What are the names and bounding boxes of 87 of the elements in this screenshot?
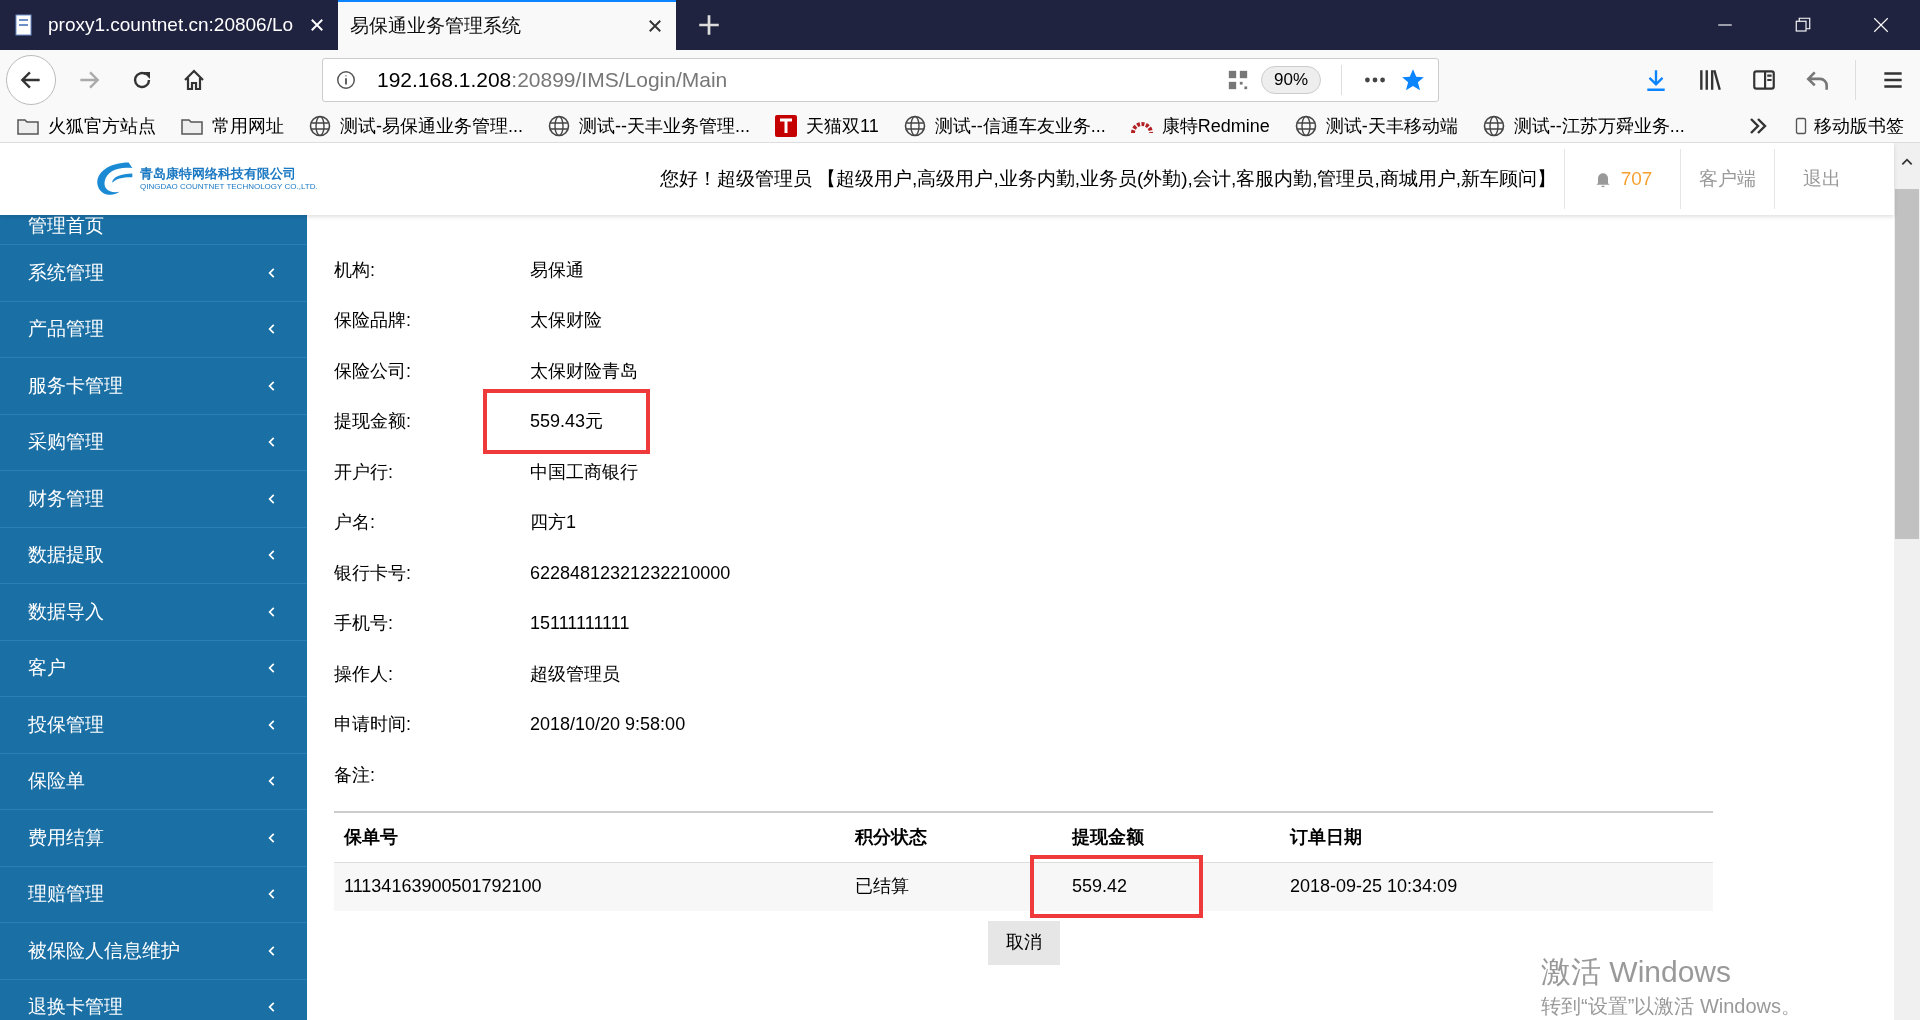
field-value: 559.43元 [483, 389, 651, 455]
sidebar-item[interactable]: 费用结算 [0, 810, 307, 867]
bookmark-item[interactable]: 测试--天丰业务管理... [547, 112, 750, 140]
table-cell-text: 11134163900501792100 [344, 875, 542, 898]
sidebar-item[interactable]: 理赔管理 [0, 866, 307, 923]
field-label: 开户行: [334, 460, 394, 484]
close-icon[interactable] [308, 16, 326, 34]
bookmark-item[interactable]: 火狐官方站点 [16, 112, 156, 140]
sidebar-item[interactable]: 采购管理 [0, 414, 307, 471]
bookmark-item[interactable]: 常用网址 [180, 112, 284, 140]
table-cell-text: 已结算 [855, 875, 909, 898]
header-link[interactable]: 客户端 [1680, 149, 1774, 209]
header-link[interactable]: 退出 [1774, 149, 1868, 209]
sidebar-item[interactable]: 管理首页 [0, 215, 307, 245]
bookmark-item[interactable]: 康特Redmine [1129, 112, 1270, 140]
url-text: 192.168.1.208:20899/IMS/Login/Main [377, 67, 729, 94]
bookmark-item[interactable]: 测试-天丰移动端 [1293, 112, 1458, 140]
field-label: 操作人: [334, 662, 394, 686]
field-label: 机构: [334, 258, 376, 282]
bookmark-item[interactable]: 移动版书签 [1792, 112, 1904, 140]
sidebar-item[interactable]: 退换卡管理 [0, 979, 307, 1020]
scrollbar[interactable] [1894, 143, 1920, 1020]
globe-icon [308, 114, 332, 138]
qr-code-icon[interactable] [1226, 69, 1249, 91]
sidebar-item[interactable]: 数据导入 [0, 584, 307, 641]
field-value: 四方1 [530, 511, 576, 535]
field-label: 保险品牌: [334, 309, 412, 333]
field-label: 申请时间: [334, 713, 412, 737]
globe-icon [902, 114, 927, 138]
field-value: 太保财险 [530, 309, 602, 333]
globe-icon [1481, 114, 1506, 138]
close-icon[interactable] [646, 17, 664, 35]
sidebar-item[interactable]: 产品管理 [0, 301, 307, 358]
column-header: 提现金额 [1072, 825, 1145, 849]
back-button[interactable] [6, 55, 56, 105]
tab-title: proxy1.countnet.cn:20806/Lo [48, 12, 295, 37]
bookmark-item[interactable]: 测试--信通车友业务... [902, 112, 1106, 140]
field-value: 62284812321232210000 [530, 561, 731, 585]
library-icon[interactable] [1697, 67, 1723, 93]
star-icon[interactable] [1400, 67, 1426, 93]
column-header: 积分状态 [855, 825, 928, 849]
restore-icon[interactable] [1794, 16, 1812, 34]
new-tab-icon[interactable] [696, 12, 722, 38]
close-icon[interactable] [1872, 16, 1890, 34]
field-value: 太保财险青岛 [530, 359, 638, 383]
sidebar-item[interactable]: 客户 [0, 640, 307, 697]
activation-hint: 转到“设置”以激活 Windows。 [1541, 993, 1801, 1019]
zoom-level[interactable]: 90% [1260, 66, 1321, 94]
company-logo: 青岛康特网络科技有限公司 QINGDAO COUNTNET TECHNOLOGY CO.,LTD. [92, 157, 318, 201]
cancel-button[interactable]: 取消 [987, 920, 1060, 965]
field-label: 备注: [334, 763, 376, 787]
sidebar-item[interactable]: 被保险人信息维护 [0, 923, 307, 980]
column-header: 订单日期 [1290, 825, 1363, 849]
field-label: 保险公司: [334, 359, 412, 383]
tab-title: 易保通业务管理系统 [350, 13, 522, 38]
sidebar-item[interactable]: 系统管理 [0, 245, 307, 302]
bookmark-item[interactable]: 天猫双11 [774, 112, 879, 140]
browser-tab[interactable]: 易保通业务管理系统 [338, 0, 676, 50]
table-cell-text: 2018-09-25 10:34:09 [1290, 875, 1458, 898]
address-bar[interactable]: 192.168.1.208:20899/IMS/Login/Main 90% [322, 58, 1439, 102]
sidebar-item[interactable]: 服务卡管理 [0, 358, 307, 415]
table-cell: 559.42 [1030, 855, 1204, 918]
field-label: 户名: [334, 511, 376, 535]
globe-icon [1293, 114, 1318, 138]
field-label: 提现金额: [334, 410, 412, 434]
sidebar-icon[interactable] [1751, 67, 1777, 93]
field-label: 银行卡号: [334, 561, 412, 585]
info-icon [335, 69, 357, 91]
activation-title: 激活 Windows [1541, 954, 1733, 990]
globe-icon [547, 114, 571, 138]
field-value: 超级管理员 [530, 662, 620, 686]
sidebar-item[interactable]: 财务管理 [0, 471, 307, 528]
column-header: 保单号 [344, 825, 399, 849]
sidebar-item[interactable]: 保险单 [0, 753, 307, 810]
sidebar-item[interactable]: 数据提取 [0, 527, 307, 584]
home-icon[interactable] [182, 68, 206, 92]
field-value: 易保通 [530, 258, 584, 282]
bookmark-item[interactable]: 测试-易保通业务管理... [308, 112, 523, 140]
sidebar-item[interactable]: 投保管理 [0, 697, 307, 754]
letter-t-logo-icon [774, 114, 798, 138]
field-label: 手机号: [334, 612, 394, 636]
field-value: 中国工商银行 [530, 460, 638, 484]
browser-tab[interactable]: proxy1.countnet.cn:20806/Lo [0, 0, 338, 50]
field-value: 15111111111 [530, 612, 630, 636]
bookmark-item[interactable]: 测试--江苏万舜业务... [1481, 112, 1685, 140]
greeting-text: 您好！超级管理员 【超级用户,高级用户,业务内勤,业务员(外勤),会计,客服内勤,管理员,商城用户,新车顾问】 [659, 166, 1556, 191]
field-value: 2018/10/20 9:58:00 [530, 713, 686, 737]
